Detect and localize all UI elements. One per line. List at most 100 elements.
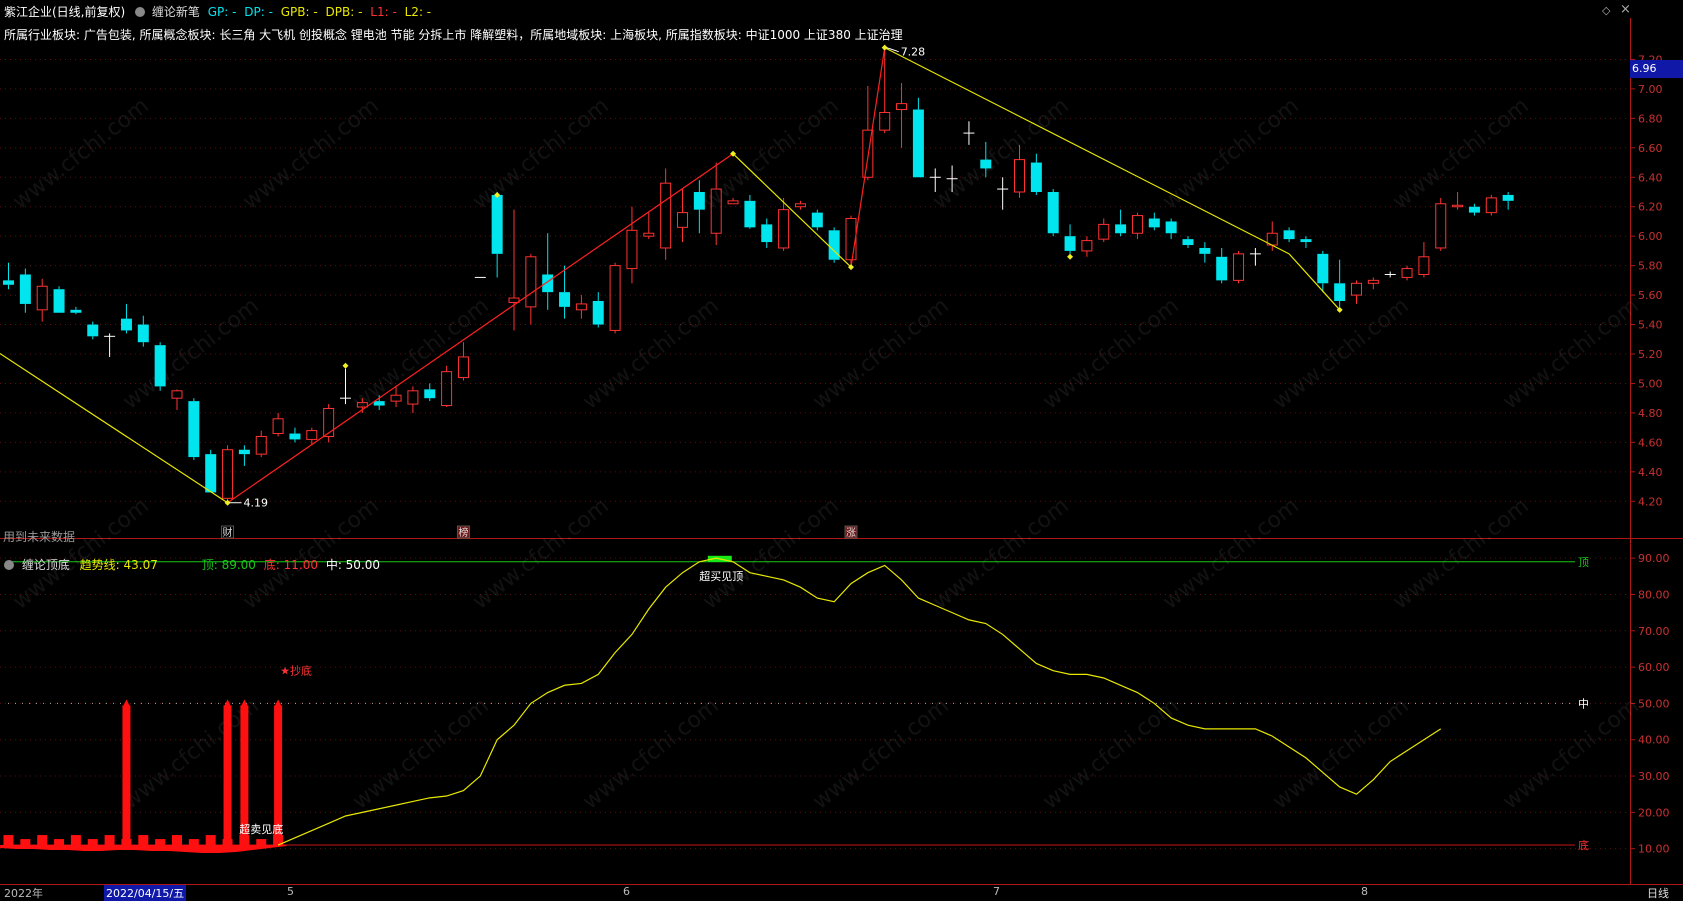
panel-name[interactable]: 缠论顶底 bbox=[22, 558, 70, 572]
bottom-line-label: 底 bbox=[1578, 838, 1589, 852]
price-tick-label: 4.60 bbox=[1638, 436, 1663, 449]
candle-body bbox=[19, 274, 31, 304]
candle-body bbox=[693, 192, 705, 210]
indicator-tick-label: 90.00 bbox=[1638, 552, 1670, 565]
x-axis-month-6: 6 bbox=[623, 885, 630, 898]
candle-body bbox=[912, 109, 924, 178]
watermark-text: www.cfchi.com bbox=[1498, 693, 1643, 814]
indicator-tick-label: 30.00 bbox=[1638, 770, 1670, 783]
price-tick-label: 7.00 bbox=[1638, 83, 1663, 96]
candle-body bbox=[1216, 256, 1228, 281]
candle-body bbox=[1233, 253, 1245, 281]
watermark-text: www.cfchi.com bbox=[238, 93, 383, 214]
watermark-text: www.cfchi.com bbox=[238, 493, 383, 614]
candle-body bbox=[508, 297, 520, 303]
oversold-bar bbox=[138, 835, 149, 846]
oversold-bar bbox=[70, 835, 81, 846]
top-line-label: 顶 bbox=[1578, 556, 1589, 569]
price-tick-label: 6.60 bbox=[1638, 142, 1663, 155]
indicator-name[interactable]: 缠论新笔 bbox=[152, 5, 200, 19]
price-tick-label: 6.20 bbox=[1638, 201, 1663, 214]
oversold-label: 超卖见底 bbox=[239, 822, 283, 836]
candle-body bbox=[896, 103, 908, 111]
mid-value: 中: 50.00 bbox=[325, 558, 381, 572]
watermark-text: www.cfchi.com bbox=[468, 93, 613, 214]
zhang-marker: 涨 bbox=[846, 527, 856, 539]
candle-body bbox=[120, 318, 132, 331]
candle-body bbox=[643, 232, 655, 237]
dp-value: DP: - bbox=[244, 5, 273, 19]
candle-body bbox=[238, 449, 250, 455]
watermark-text: www.cfchi.com bbox=[348, 693, 493, 814]
candle-body bbox=[1283, 230, 1295, 240]
candle-body bbox=[778, 209, 790, 249]
candle-body bbox=[205, 454, 217, 493]
top-value: 顶: 89.00 bbox=[201, 558, 256, 572]
period-label[interactable]: 日线 bbox=[1647, 885, 1669, 901]
watermark-text: www.cfchi.com bbox=[808, 693, 953, 814]
bi-stroke-line bbox=[1288, 253, 1341, 311]
l1-value: L1: - bbox=[370, 5, 397, 19]
cursor-date: 2022/04/15/五 bbox=[104, 885, 187, 901]
candle-body bbox=[222, 449, 234, 499]
oversold-bar bbox=[54, 839, 65, 846]
candle-body bbox=[761, 224, 773, 243]
candle-body bbox=[373, 401, 385, 406]
gpb-value: GPB: - bbox=[280, 5, 318, 19]
watermark-text: www.cfchi.com bbox=[1268, 693, 1413, 814]
bi-vertex-marker bbox=[342, 362, 349, 369]
price-tick-label: 5.80 bbox=[1638, 260, 1663, 273]
stock-title[interactable]: 紫江企业(日线,前复权) bbox=[4, 5, 125, 19]
watermark-text: www.cfchi.com bbox=[1158, 493, 1303, 614]
candle-body bbox=[879, 111, 891, 131]
candle-body bbox=[171, 390, 183, 399]
watermark-text: www.cfchi.com bbox=[1158, 93, 1303, 214]
price-tick-label: 6.80 bbox=[1638, 112, 1663, 125]
watermark-text: www.cfchi.com bbox=[1388, 493, 1533, 614]
oversold-bar bbox=[256, 839, 267, 846]
candle-body bbox=[1317, 253, 1329, 284]
candle-body bbox=[1351, 282, 1362, 296]
candle-body bbox=[525, 256, 537, 308]
candle-body bbox=[1334, 283, 1346, 301]
oversold-bar bbox=[37, 835, 48, 846]
candle-body bbox=[3, 280, 14, 285]
oversold-bar bbox=[3, 835, 14, 846]
candle-body bbox=[980, 159, 992, 169]
oversold-bar bbox=[87, 839, 98, 846]
watermark-text: www.cfchi.com bbox=[8, 493, 153, 614]
oversold-bar bbox=[155, 839, 166, 846]
indicator-toggle-icon[interactable] bbox=[135, 7, 146, 17]
candle-body bbox=[1300, 239, 1312, 243]
oversold-bar bbox=[205, 835, 216, 846]
candle-body bbox=[390, 394, 402, 402]
bi-stroke-line bbox=[850, 47, 886, 268]
price-annotation: 4.19 bbox=[244, 497, 268, 510]
candle-body bbox=[1115, 224, 1127, 234]
diamond-icon[interactable]: ◇ bbox=[1602, 4, 1610, 17]
candle-body bbox=[188, 401, 200, 458]
candle-body bbox=[87, 324, 99, 337]
close-icon[interactable]: × bbox=[1620, 2, 1631, 17]
panel-toggle-icon[interactable] bbox=[4, 560, 14, 570]
chaodi-signal: ★抄底 bbox=[280, 664, 312, 678]
candle-body bbox=[1468, 206, 1480, 213]
indicator-tick-label: 50.00 bbox=[1638, 697, 1670, 710]
price-tick-label: 6.40 bbox=[1638, 171, 1663, 184]
candle-body bbox=[542, 274, 554, 293]
oversold-bar bbox=[172, 835, 182, 846]
candle-body bbox=[36, 285, 48, 311]
candle-body bbox=[1014, 159, 1025, 193]
candle-body bbox=[289, 433, 301, 440]
price-tick-label: 5.20 bbox=[1638, 348, 1663, 361]
cai-marker: 财 bbox=[223, 526, 233, 539]
candle-body bbox=[794, 203, 806, 208]
mid-line-label: 中 bbox=[1578, 697, 1589, 710]
oversold-bar bbox=[188, 839, 199, 846]
candle-body bbox=[677, 212, 688, 228]
oversold-bar bbox=[104, 835, 115, 846]
candle-body bbox=[1367, 279, 1379, 284]
sector-info: 所属行业板块: 广告包装, 所属概念板块: 长三角 大飞机 创投概念 锂电池 节… bbox=[4, 28, 903, 42]
candle-body bbox=[424, 389, 436, 399]
candle-body bbox=[1452, 204, 1464, 208]
